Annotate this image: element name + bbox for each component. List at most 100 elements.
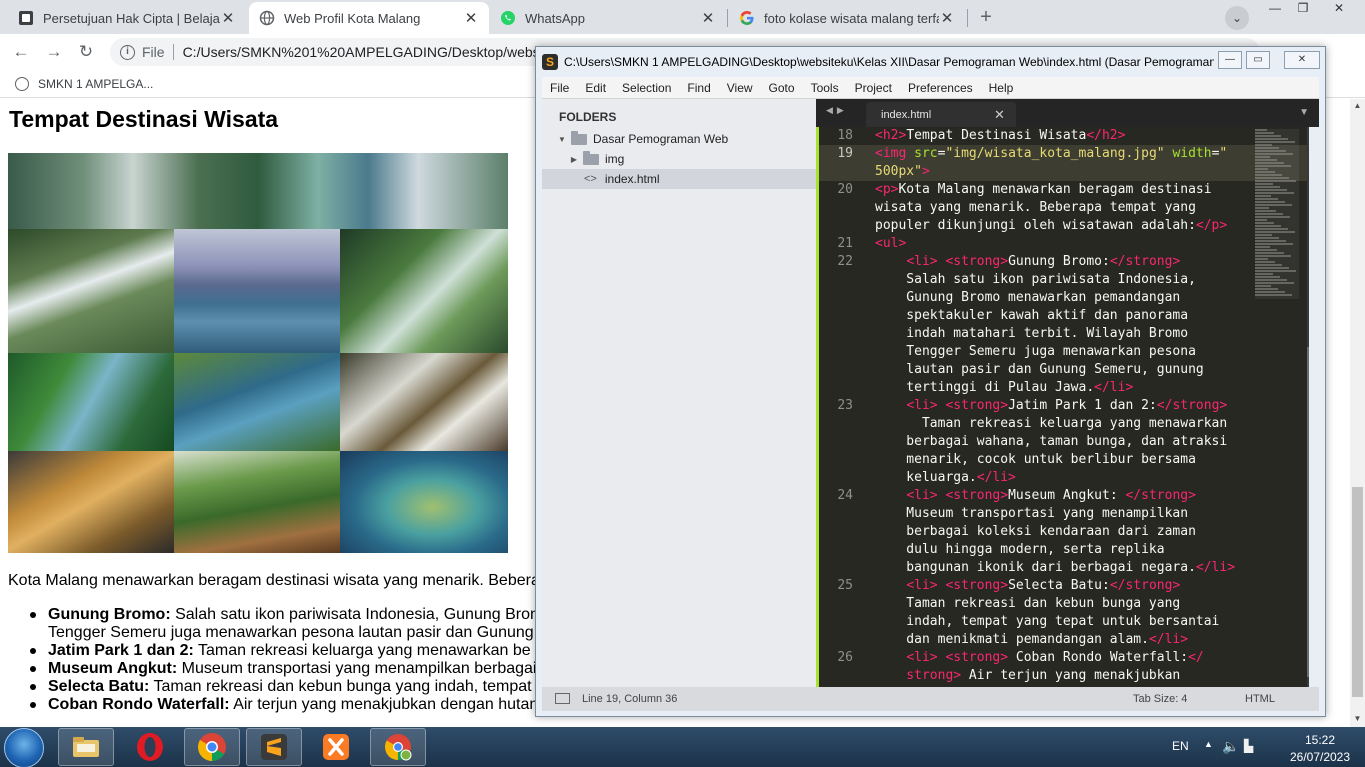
menu-project[interactable]: Project [847, 81, 900, 95]
minimap[interactable] [1255, 129, 1299, 299]
menu-tools[interactable]: Tools [803, 81, 847, 95]
minimap-line [1255, 225, 1281, 227]
line-number: 18 [837, 128, 853, 143]
code-line: <img src="img/wisata_kota_malang.jpg" wi… [875, 146, 1228, 161]
restore-icon[interactable]: ❐ [1290, 1, 1316, 17]
close-icon[interactable]: ✕ [463, 9, 479, 27]
minimap-line [1255, 276, 1280, 278]
volume-icon[interactable]: 🔈 [1222, 738, 1239, 755]
close-icon[interactable]: ✕ [939, 9, 955, 27]
reload-icon[interactable]: ↻ [75, 41, 97, 63]
minimize-icon[interactable]: — [1218, 51, 1242, 69]
line-number: 24 [837, 488, 853, 503]
tab-label: index.html [881, 108, 932, 121]
chevron-right-icon[interactable]: ▶ [568, 155, 580, 164]
start-button[interactable] [4, 728, 44, 767]
tree-item-project[interactable]: ▼ Dasar Pemograman Web [542, 129, 816, 149]
language-indicator[interactable]: EN [1172, 739, 1189, 753]
menu-help[interactable]: Help [981, 81, 1022, 95]
syntax-mode[interactable]: HTML [1245, 693, 1275, 705]
chevron-down-icon[interactable]: ▼ [1299, 107, 1309, 118]
menu-selection[interactable]: Selection [614, 81, 679, 95]
minimap-line [1255, 294, 1292, 296]
minimap-line [1255, 147, 1279, 149]
menu-goto[interactable]: Goto [761, 81, 803, 95]
back-icon[interactable]: ← [10, 41, 32, 63]
code-line: Gunung Bromo menawarkan pemandangan [875, 290, 1181, 305]
intro-paragraph: Kota Malang menawarkan beragam destinasi… [8, 572, 540, 589]
code-line: keluarga.</li> [875, 470, 1016, 485]
bookmark-item[interactable]: SMKN 1 AMPELGA... [38, 77, 153, 91]
tab-index-html[interactable]: index.html ✕ [866, 102, 1016, 127]
tree-item-img[interactable]: ▶ img [542, 149, 816, 169]
close-window-icon[interactable]: ✕ [1284, 51, 1320, 69]
minimap-line [1255, 216, 1290, 218]
explorer-icon[interactable] [58, 728, 114, 766]
scroll-down-icon[interactable]: ▼ [1350, 712, 1365, 726]
chevron-down-icon[interactable]: ▼ [556, 135, 568, 144]
minimap-line [1255, 261, 1275, 263]
forward-icon[interactable]: → [43, 41, 65, 63]
minimap-line [1255, 171, 1275, 173]
code-line: tertinggi di Pulau Jawa.</li> [875, 380, 1134, 395]
clock-time[interactable]: 15:22 [1285, 733, 1355, 747]
tab-whatsapp[interactable]: WhatsApp ✕ [490, 2, 726, 34]
page-scrollbar[interactable]: ▲ ▼ [1350, 99, 1365, 727]
list-item: Gunung Bromo: Salah satu ikon pariwisata… [30, 606, 539, 641]
menu-file[interactable]: File [542, 81, 577, 95]
menu-edit[interactable]: Edit [577, 81, 614, 95]
code-line: <li> <strong>Gunung Bromo:</strong> [906, 254, 1181, 269]
scrollbar-thumb[interactable] [1352, 487, 1363, 697]
menu-preferences[interactable]: Preferences [900, 81, 981, 95]
xampp-icon[interactable] [308, 728, 364, 766]
code-editor[interactable]: 18 19 20 21 22 23 24 25 26 <h2>Tempat De… [816, 127, 1309, 687]
menu-view[interactable]: View [719, 81, 761, 95]
minimap-line [1255, 243, 1293, 245]
tab-foto-kolase[interactable]: foto kolase wisata malang terfavo ✕ [729, 2, 965, 34]
panel-toggle-icon[interactable] [555, 693, 570, 704]
list-item: Selecta Batu: Taman rekreasi dan kebun b… [30, 678, 539, 696]
sublime-text-icon[interactable] [246, 728, 302, 766]
maximize-icon[interactable]: ▭ [1246, 51, 1270, 69]
chrome-profile-icon[interactable] [370, 728, 426, 766]
close-window-icon[interactable]: ✕ [1326, 1, 1352, 17]
scroll-up-icon[interactable]: ▲ [1350, 99, 1365, 113]
close-icon[interactable]: ✕ [700, 9, 716, 27]
code-file-icon: <> [584, 173, 597, 185]
windows-taskbar: EN ▲ 🔈 ▙ 15:22 26/07/2023 [0, 727, 1365, 767]
close-icon[interactable]: ✕ [994, 107, 1016, 123]
close-icon[interactable]: ✕ [220, 9, 236, 27]
line-number: 19 [837, 146, 853, 161]
line-number: 21 [837, 236, 853, 251]
tab-persetujuan[interactable]: Persetujuan Hak Cipta | Belajar D ✕ [8, 2, 246, 34]
minimap-line [1255, 237, 1279, 239]
minimap-line [1255, 153, 1293, 155]
info-icon[interactable]: i [120, 44, 135, 60]
tab-web-profil[interactable]: Web Profil Kota Malang ✕ [249, 2, 489, 34]
minimap-line [1255, 279, 1287, 281]
new-tab-button[interactable]: + [974, 6, 998, 30]
minimap-line [1255, 180, 1296, 182]
tab-divider [727, 9, 728, 27]
sublime-title-bar[interactable]: S C:\Users\SMKN 1 AMPELGADING\Desktop\we… [536, 47, 1325, 77]
chrome-icon[interactable] [184, 728, 240, 766]
menu-find[interactable]: Find [679, 81, 718, 95]
tab-size[interactable]: Tab Size: 4 [1133, 693, 1187, 705]
tab-nav-arrows-icon[interactable]: ◀▶ [826, 105, 848, 116]
minimap-line [1255, 213, 1283, 215]
tree-item-index[interactable]: <> index.html [542, 169, 816, 189]
opera-icon[interactable] [122, 728, 178, 766]
minimap-line [1255, 234, 1272, 236]
minimap-line [1255, 156, 1270, 158]
minimize-icon[interactable]: — [1262, 1, 1288, 17]
chevron-down-icon[interactable]: ⌄ [1225, 6, 1249, 30]
folder-icon [583, 150, 599, 165]
clock-date[interactable]: 26/07/2023 [1285, 750, 1355, 764]
minimap-line [1255, 198, 1278, 200]
code-line: <ul> [875, 236, 907, 251]
network-icon[interactable]: ▙ [1244, 739, 1253, 753]
editor-scrollbar[interactable] [1307, 127, 1309, 687]
scrollbar-thumb[interactable] [1307, 347, 1309, 677]
minimap-line [1255, 228, 1288, 230]
tray-expand-icon[interactable]: ▲ [1204, 739, 1213, 749]
